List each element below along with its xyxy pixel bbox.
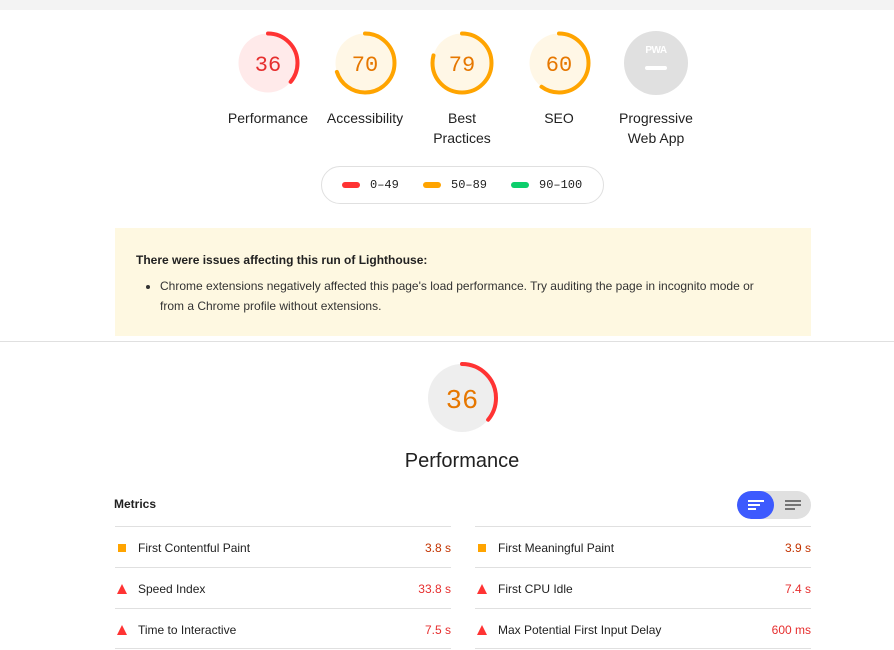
gauge-ring: 36 xyxy=(236,31,300,95)
metric-value: 3.8 s xyxy=(424,541,451,555)
run-warnings: There were issues affecting this run of … xyxy=(115,228,811,336)
triangle-icon xyxy=(477,584,487,594)
triangle-icon-shape xyxy=(117,625,127,635)
performance-section-header: 36 Performance xyxy=(397,360,527,473)
metric-value: 7.4 s xyxy=(784,582,811,596)
triangle-icon xyxy=(117,625,127,635)
list-view-icon xyxy=(747,500,764,510)
legend-range: 50–89 xyxy=(451,178,488,192)
square-icon xyxy=(478,544,486,552)
metric-row: First Contentful Paint 3.8 s xyxy=(115,526,451,567)
list-view-button[interactable] xyxy=(737,491,774,519)
square-icon-shape xyxy=(118,544,126,552)
metric-row: Speed Index 33.8 s xyxy=(115,567,451,608)
top-bar xyxy=(0,0,894,10)
gauge-label: Performance xyxy=(227,110,309,126)
gauge-seo[interactable]: 60 SEO xyxy=(509,30,609,128)
metric-value: 3.9 s xyxy=(784,541,811,555)
legend-swatch xyxy=(342,182,360,188)
warning-item: Chrome extensions negatively affected th… xyxy=(160,276,780,316)
gauge-accessibility[interactable]: 70 Accessibility xyxy=(315,30,415,128)
metrics-column-right: First Meaningful Paint 3.9 s First CPU I… xyxy=(475,526,811,649)
metric-label: First Contentful Paint xyxy=(138,541,251,555)
warning-list: Chrome extensions negatively affected th… xyxy=(160,276,780,316)
pwa-badge-text: PWA xyxy=(645,45,667,56)
square-icon xyxy=(118,544,126,552)
metric-label: First CPU Idle xyxy=(498,582,573,596)
gauge-ring: 70 xyxy=(333,31,397,95)
gauge-best-practices[interactable]: 79 Best Practices xyxy=(412,30,512,148)
metric-row: Max Potential First Input Delay 600 ms xyxy=(475,608,811,649)
metric-label: First Meaningful Paint xyxy=(498,541,615,555)
legend-swatch xyxy=(511,182,529,188)
metric-value: 7.5 s xyxy=(424,623,451,637)
gauge-score: 70 xyxy=(352,53,378,78)
gauge-score: 60 xyxy=(546,53,572,78)
gauge-score: 36 xyxy=(255,53,281,78)
metric-label: Max Potential First Input Delay xyxy=(498,623,662,637)
gauge-pwa[interactable]: PWA Progressive Web App xyxy=(606,30,706,148)
metric-row: Time to Interactive 7.5 s xyxy=(115,608,451,649)
section-divider xyxy=(0,341,894,342)
gauge-label: Progressive Web App xyxy=(619,110,693,146)
metric-label: Time to Interactive xyxy=(138,623,237,637)
legend-item-fail: 0–49 xyxy=(342,167,399,203)
legend-range: 90–100 xyxy=(539,178,583,192)
triangle-icon-shape xyxy=(477,584,487,594)
gauge-label: Accessibility xyxy=(326,110,404,126)
gauge-score: 79 xyxy=(449,53,475,78)
warning-title: There were issues affecting this run of … xyxy=(136,253,428,267)
metric-row: First CPU Idle 7.4 s xyxy=(475,567,811,608)
gauge-performance[interactable]: 36 Performance xyxy=(218,30,318,128)
gauge-ring: 60 xyxy=(527,31,591,95)
triangle-icon-shape xyxy=(117,584,127,594)
metrics-view-toggle[interactable] xyxy=(737,491,811,519)
triangle-icon xyxy=(117,584,127,594)
metric-row: First Meaningful Paint 3.9 s xyxy=(475,526,811,567)
metrics-column-left: First Contentful Paint 3.8 s Speed Index… xyxy=(115,526,451,649)
performance-gauge: 36 xyxy=(426,362,498,434)
legend-item-average: 50–89 xyxy=(423,167,487,203)
legend-swatch xyxy=(423,182,441,188)
gauge-label: SEO xyxy=(544,110,574,126)
text-view-icon xyxy=(784,500,801,510)
gauge-label: Best Practices xyxy=(433,110,491,146)
metric-value: 600 ms xyxy=(771,623,811,637)
triangle-icon xyxy=(477,625,487,635)
score-legend: 0–49 50–89 90–100 xyxy=(321,166,604,204)
metric-value: 33.8 s xyxy=(418,582,451,596)
metric-label: Speed Index xyxy=(138,582,206,596)
legend-item-pass: 90–100 xyxy=(511,167,582,203)
text-view-button[interactable] xyxy=(774,491,811,519)
category-gauges: 36 Performance 70 Accessibility 79 Best … xyxy=(0,30,894,150)
pwa-badge-icon: PWA xyxy=(624,31,688,95)
gauge-score: 36 xyxy=(446,387,478,417)
square-icon-shape xyxy=(478,544,486,552)
triangle-icon-shape xyxy=(477,625,487,635)
gauge-ring: 79 xyxy=(430,31,494,95)
legend-range: 0–49 xyxy=(370,178,399,192)
metrics-heading: Metrics xyxy=(114,497,157,511)
performance-title: Performance xyxy=(404,450,520,472)
